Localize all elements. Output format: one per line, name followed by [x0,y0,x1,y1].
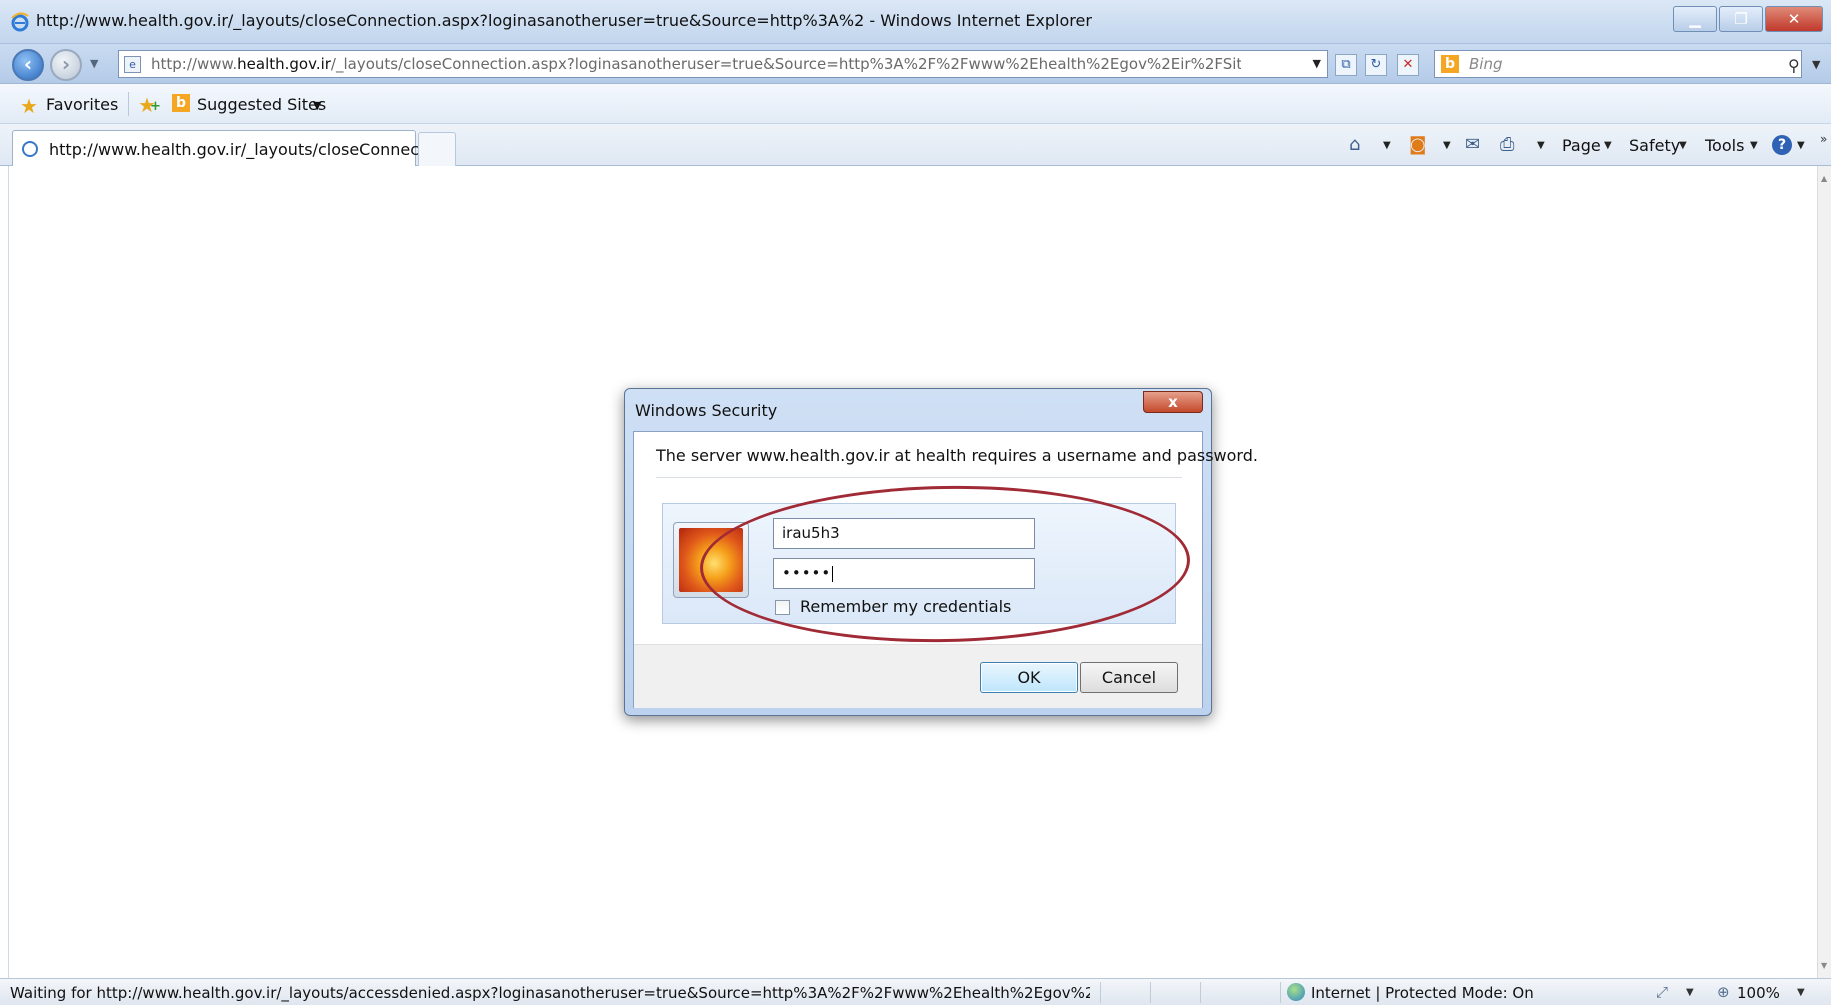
tools-menu[interactable]: Tools [1705,136,1744,155]
safety-menu-dropdown-icon[interactable]: ▼ [1679,140,1687,151]
address-dropdown-icon[interactable]: ▼ [1313,57,1321,70]
zoom-options-dropdown-icon[interactable]: ▼ [1686,987,1694,998]
add-to-favorites-icon[interactable]: ★ [138,93,161,117]
ok-button[interactable]: OK [980,662,1078,693]
safety-menu[interactable]: Safety [1629,136,1680,155]
zoom-magnifier-icon[interactable]: ⊕ [1717,983,1730,1001]
status-divider [1200,982,1201,1003]
suggested-sites-link[interactable]: Suggested Sites [197,95,326,114]
forward-button[interactable]: › [50,49,82,81]
compatibility-view-icon[interactable]: ⧉ [1335,54,1357,76]
window-title: http://www.health.gov.ir/_layouts/closeC… [36,11,1092,30]
help-icon[interactable]: ? [1772,135,1792,155]
scroll-down-icon[interactable]: ▼ [1821,961,1827,970]
status-text: Waiting for http://www.health.gov.ir/_la… [10,984,1090,1002]
scroll-up-icon[interactable]: ▲ [1821,174,1827,183]
dialog-divider [656,477,1182,478]
status-bar: Waiting for http://www.health.gov.ir/_la… [0,978,1831,1005]
home-icon[interactable]: ⌂ [1349,134,1360,155]
restore-button[interactable]: ❐ [1719,6,1763,32]
new-tab-button[interactable] [418,132,456,166]
read-mail-icon[interactable]: ✉ [1465,134,1480,155]
dialog-message: The server www.health.gov.ir at health r… [656,446,1258,465]
favorites-star-icon[interactable]: ★ [20,94,38,118]
status-divider [1150,982,1151,1003]
favorites-bar: ★ Favorites ★ b Suggested Sites ▼ [0,84,1831,124]
favorites-button[interactable]: Favorites [46,95,118,114]
history-dropdown-icon[interactable]: ▼ [90,57,98,70]
window-title-bar: http://www.health.gov.ir/_layouts/closeC… [0,0,1831,44]
cancel-button[interactable]: Cancel [1080,662,1178,693]
tab-label: http://www.health.gov.ir/_layouts/closeC… [49,140,446,159]
dialog-close-button[interactable]: x [1143,391,1203,413]
zoom-dropdown-icon[interactable]: ▼ [1797,987,1805,998]
tab-bar: http://www.health.gov.ir/_layouts/closeC… [0,124,1831,166]
loading-icon [22,141,38,157]
favorites-divider [128,92,129,116]
print-dropdown-icon[interactable]: ▼ [1537,140,1545,151]
search-options-dropdown-icon[interactable]: ▼ [1812,58,1820,71]
dialog-title: Windows Security [635,401,778,420]
home-dropdown-icon[interactable]: ▼ [1383,140,1391,151]
feeds-icon[interactable]: ◙ [1409,134,1426,155]
minimize-button[interactable]: ▁ [1673,6,1717,32]
internet-zone-globe-icon [1287,983,1305,1001]
search-box[interactable]: b Bing [1434,50,1802,78]
address-bar[interactable]: e http://www.health.gov.ir/_layouts/clos… [118,50,1328,78]
dialog-footer: OK Cancel [634,644,1202,708]
tools-menu-dropdown-icon[interactable]: ▼ [1750,140,1758,151]
security-zone-text[interactable]: Internet | Protected Mode: On [1311,984,1534,1002]
suggested-sites-dropdown-icon[interactable]: ▼ [313,99,321,112]
page-icon: e [124,56,141,73]
page-menu-dropdown-icon[interactable]: ▼ [1604,140,1612,151]
help-dropdown-icon[interactable]: ▼ [1797,140,1805,151]
change-zoom-icon[interactable]: ⤢ [1656,983,1668,1001]
vertical-scrollbar[interactable]: ▲ ▼ [1817,166,1831,978]
search-icon[interactable]: ⚲ [1788,56,1800,75]
stop-icon[interactable]: ✕ [1397,54,1419,76]
feeds-dropdown-icon[interactable]: ▼ [1443,140,1451,151]
tab-current[interactable]: http://www.health.gov.ir/_layouts/closeC… [12,130,445,166]
internet-explorer-icon [11,12,29,32]
status-divider [1100,982,1101,1003]
refresh-icon[interactable]: ↻ [1365,54,1387,76]
close-window-button[interactable]: ✕ [1765,6,1823,32]
chevron-more-icon[interactable]: » [1820,132,1827,146]
zoom-level[interactable]: 100% [1737,984,1780,1002]
search-placeholder: Bing [1469,55,1503,73]
address-url[interactable]: http://www.health.gov.ir/_layouts/closeC… [151,55,1241,73]
status-divider [1280,982,1281,1003]
bing-logo-icon: b [1441,55,1459,73]
back-button[interactable]: ‹ [12,49,44,81]
suggested-sites-icon: b [172,94,190,112]
page-menu[interactable]: Page [1562,136,1601,155]
address-toolbar: ‹ › ▼ e http://www.health.gov.ir/_layout… [0,44,1831,84]
print-icon[interactable]: ⎙ [1500,134,1514,155]
